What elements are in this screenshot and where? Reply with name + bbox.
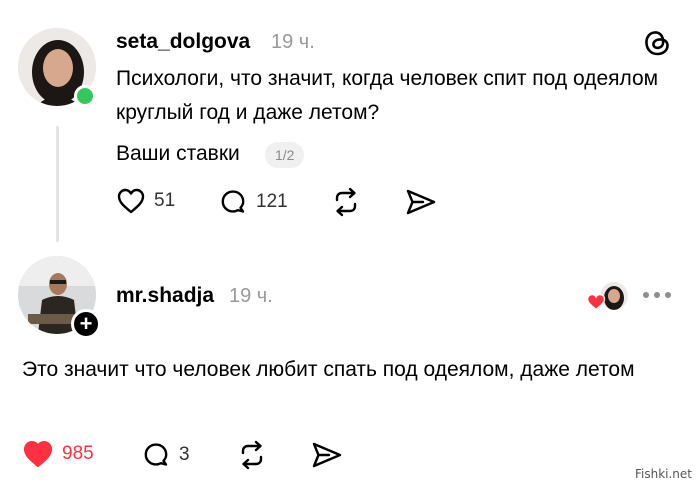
thread-view: seta_dolgova 19 ч. Психологи, что значит… xyxy=(0,0,700,487)
post-author-username[interactable]: seta_dolgova xyxy=(116,30,250,54)
small-heart-icon xyxy=(586,293,606,316)
plus-icon: + xyxy=(79,311,93,336)
more-dot xyxy=(654,292,660,298)
repost-icon xyxy=(236,440,268,470)
repost-button[interactable] xyxy=(330,187,362,217)
reply-text: Это значит что человек любит спать под о… xyxy=(22,358,635,381)
comment-button[interactable]: 121 xyxy=(218,187,288,217)
comment-bubble-icon xyxy=(141,440,171,470)
more-options-button[interactable] xyxy=(643,292,671,298)
more-dot xyxy=(643,292,649,298)
send-icon xyxy=(405,188,437,216)
heart-icon xyxy=(22,439,54,469)
reply-comment-button[interactable]: 3 xyxy=(141,440,190,470)
post-text: Психологи, что значит, когда человек спи… xyxy=(116,67,659,124)
follow-button[interactable]: + xyxy=(71,309,101,339)
reply-comment-count: 3 xyxy=(179,444,190,465)
post-subtext: Ваши ставки xyxy=(116,142,240,165)
online-status-indicator xyxy=(74,85,96,107)
reply-like-button[interactable]: 985 xyxy=(22,439,94,469)
page-indicator-badge: 1/2 xyxy=(265,142,305,168)
threads-logo-icon[interactable] xyxy=(642,28,672,58)
reply-repost-button[interactable] xyxy=(236,440,268,470)
heart-icon xyxy=(116,187,146,215)
like-button[interactable]: 51 xyxy=(116,187,175,215)
share-button[interactable] xyxy=(405,188,437,216)
post-timestamp: 19 ч. xyxy=(271,31,315,53)
more-dot xyxy=(665,292,671,298)
repost-icon xyxy=(330,187,362,217)
send-icon xyxy=(311,441,343,469)
comment-bubble-icon xyxy=(218,187,248,217)
reply-author-username[interactable]: mr.shadja xyxy=(116,284,214,308)
reply-like-count: 985 xyxy=(62,443,94,464)
reply-share-button[interactable] xyxy=(311,441,343,469)
thread-connector-line xyxy=(56,126,59,242)
reply-timestamp: 19 ч. xyxy=(229,285,273,307)
liked-by-author-indicator xyxy=(586,282,630,312)
watermark: Fishki.net xyxy=(634,467,692,481)
like-count: 51 xyxy=(154,190,176,211)
comment-count: 121 xyxy=(256,191,288,212)
